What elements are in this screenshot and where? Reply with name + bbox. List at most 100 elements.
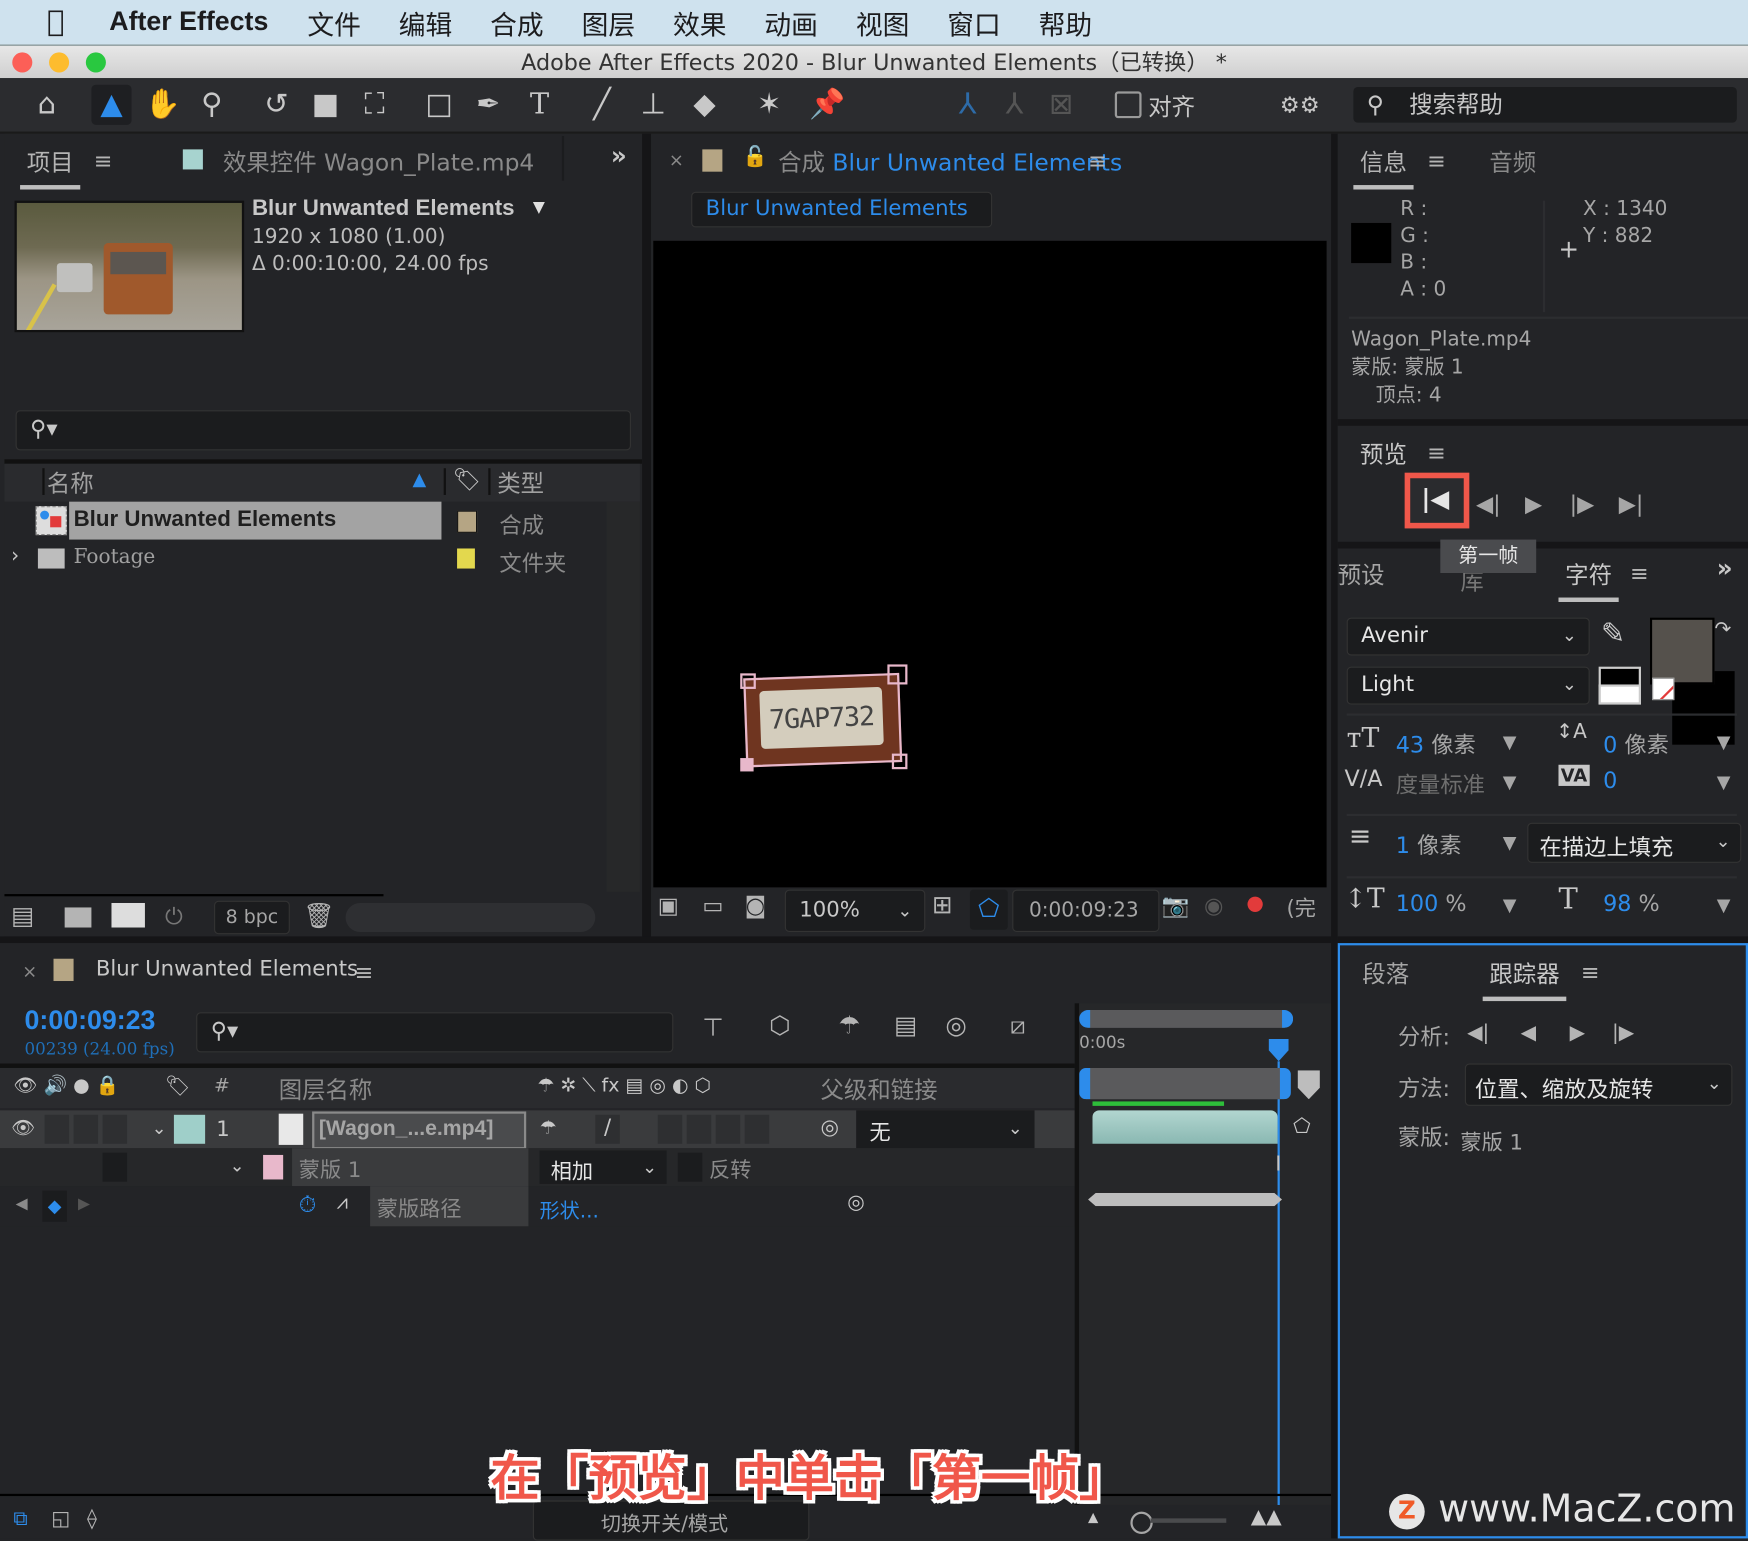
mask-path-shape-link[interactable]: 形状...	[540, 1195, 599, 1224]
magnification-dropdown[interactable]: 100% ⌄	[784, 889, 926, 932]
graph-icon[interactable]: ⩘	[337, 1191, 348, 1214]
comp-marker-bin[interactable]	[1297, 1070, 1320, 1100]
sort-ascending-icon[interactable]: ▲	[412, 468, 426, 489]
project-row[interactable]: Blur Unwanted Elements 合成	[4, 501, 606, 540]
play-button[interactable]: ▶	[1525, 491, 1542, 518]
column-parent[interactable]: 父级和链接	[820, 1072, 937, 1105]
first-frame-button[interactable]: |◀	[1404, 472, 1470, 529]
menu-layer[interactable]: 图层	[582, 3, 636, 42]
local-axis-icon[interactable]: ⅄	[948, 85, 988, 125]
label-color-swatch[interactable]	[457, 548, 475, 569]
zoom-out-icon[interactable]: ▲	[1088, 1509, 1098, 1525]
new-folder-icon[interactable]	[64, 907, 92, 928]
mask-vertex-selected[interactable]	[740, 758, 754, 772]
close-window-button[interactable]	[12, 52, 33, 73]
world-axis-icon[interactable]: ⅄	[994, 85, 1034, 125]
comp-button-icon[interactable]: ⬠	[1293, 1115, 1310, 1138]
tracker-menu-icon[interactable]: ≡	[1581, 959, 1600, 986]
column-layer-name[interactable]: 图层名称	[279, 1072, 373, 1105]
pan-behind-tool-icon[interactable]: ⛶	[355, 85, 395, 125]
vertical-scale-field[interactable]: 100 %	[1396, 890, 1467, 917]
item-dropdown-icon[interactable]: ▼	[533, 198, 545, 216]
leading-field[interactable]: 0 像素	[1603, 727, 1669, 759]
previous-keyframe-icon[interactable]: ◀	[16, 1195, 28, 1213]
render-settings-icon[interactable]: ⏻	[165, 903, 183, 930]
graph-editor-icon[interactable]: ⧄	[1010, 1012, 1026, 1040]
motion-blur-icon[interactable]: ◎	[945, 1012, 966, 1040]
vr-preview-icon[interactable]: ◙	[745, 892, 767, 919]
horizontal-scale-dropdown-icon[interactable]: ▼	[1717, 894, 1731, 915]
character-menu-icon[interactable]: ≡	[1630, 560, 1649, 587]
interpret-footage-icon[interactable]: ▤	[11, 903, 34, 931]
in-out-pane-icon[interactable]: ⟠	[87, 1507, 97, 1530]
mask-name-field[interactable]: 蒙版 1	[292, 1148, 529, 1187]
menu-window[interactable]: 窗口	[947, 3, 1001, 42]
next-keyframe-icon[interactable]: ▶	[78, 1195, 90, 1213]
motion-blur-switch[interactable]	[715, 1114, 741, 1144]
show-snapshot-icon[interactable]: ◉	[1204, 892, 1223, 919]
align-checkbox[interactable]	[1114, 91, 1142, 119]
audio-toggle[interactable]	[44, 1114, 70, 1144]
label-color-swatch[interactable]	[457, 510, 478, 533]
lock-icon[interactable]: 🔓	[742, 145, 767, 168]
work-area-bar[interactable]	[1079, 1067, 1291, 1100]
selection-tool-icon[interactable]: ▲	[91, 84, 132, 125]
new-composition-icon[interactable]	[111, 902, 145, 928]
rotate-tool-icon[interactable]: ↺	[256, 85, 296, 125]
info-menu-icon[interactable]: ≡	[1427, 147, 1446, 174]
column-name[interactable]: 名称	[47, 466, 94, 499]
visibility-eye-icon[interactable]: 👁	[11, 1117, 35, 1139]
set-white-swatch[interactable]	[1598, 684, 1641, 705]
playhead[interactable]	[1268, 1038, 1289, 1062]
tab-info[interactable]: 信息	[1353, 145, 1414, 190]
panel-overflow-icon[interactable]: »	[1717, 555, 1733, 583]
analyze-back-one-frame-button[interactable]: ◀|	[1467, 1021, 1489, 1044]
previous-frame-button[interactable]: ◀|	[1476, 491, 1501, 518]
transfer-controls-pane-icon[interactable]: ◱	[51, 1507, 70, 1530]
label-column-icon[interactable]: 🏷	[165, 1075, 190, 1098]
horizontal-scale-field[interactable]: 98 %	[1603, 890, 1660, 917]
grid-guide-icon[interactable]: ⊞	[932, 892, 953, 920]
timeline-menu-icon[interactable]: ≡	[355, 959, 374, 986]
always-preview-icon[interactable]: ▣	[658, 892, 679, 919]
current-time-display[interactable]: 0:00:09:23	[1012, 889, 1160, 932]
last-frame-button[interactable]: ▶|	[1619, 491, 1644, 518]
mask-vertex[interactable]	[887, 664, 908, 685]
tab-effect-controls[interactable]: 效果控件 Wagon_Plate.mp4	[223, 145, 534, 178]
view-axis-icon[interactable]: ⊠	[1041, 85, 1081, 125]
zoom-slider-track[interactable]	[1150, 1518, 1227, 1523]
layer-row[interactable]: 👁 ⌄ 1 [Wagon_...e.mp4] ☂ / ◎ 无 ⌄	[0, 1110, 1075, 1150]
expression-pick-whip-icon[interactable]: ◎	[847, 1191, 865, 1214]
project-menu-icon[interactable]: ≡	[94, 147, 113, 174]
tab-composition[interactable]: 合成 Blur Unwanted Elements	[778, 145, 1122, 178]
puppet-pin-tool-icon[interactable]: 📌	[807, 85, 847, 125]
stroke-width-field[interactable]: 1 像素	[1396, 827, 1462, 859]
font-size-dropdown-icon[interactable]: ▼	[1503, 731, 1517, 752]
trash-icon[interactable]: 🗑	[303, 903, 334, 931]
analyze-forward-one-frame-button[interactable]: |▶	[1612, 1021, 1634, 1044]
expand-chevron-icon[interactable]: ›	[11, 544, 19, 567]
draft-3d-icon[interactable]: ⬡	[769, 1012, 790, 1040]
leading-dropdown-icon[interactable]: ▼	[1717, 731, 1731, 752]
tracking-field[interactable]: 0	[1603, 767, 1617, 794]
tab-paragraph[interactable]: 段落	[1362, 956, 1409, 989]
menu-edit[interactable]: 编辑	[399, 3, 453, 42]
no-fill-swatch[interactable]	[1652, 677, 1675, 701]
current-time[interactable]: 0:00:09:23	[25, 1006, 156, 1037]
shy-switch[interactable]: ☂	[540, 1117, 557, 1139]
project-row[interactable]: › Footage 文件夹	[4, 540, 606, 578]
shy-layers-icon[interactable]: ☂	[838, 1012, 860, 1040]
timeline-search-input[interactable]: ⚲▾	[196, 1012, 674, 1053]
add-keyframe-icon[interactable]: ◆	[42, 1190, 67, 1222]
eraser-tool-icon[interactable]: ◆	[684, 85, 724, 125]
pen-tool-icon[interactable]: ✒	[468, 85, 508, 125]
solo-toggle[interactable]	[73, 1114, 99, 1144]
preview-menu-icon[interactable]: ≡	[1427, 439, 1446, 466]
layer-label-color[interactable]	[173, 1114, 206, 1144]
zoom-slider-handle[interactable]	[1130, 1511, 1153, 1534]
menu-composition[interactable]: 合成	[490, 3, 544, 42]
project-scrollbar[interactable]	[606, 501, 640, 892]
close-tab-icon[interactable]: ×	[669, 149, 684, 170]
rectangle-tool-icon[interactable]: □	[419, 85, 459, 125]
font-family-dropdown[interactable]: Avenir ⌄	[1346, 617, 1590, 656]
